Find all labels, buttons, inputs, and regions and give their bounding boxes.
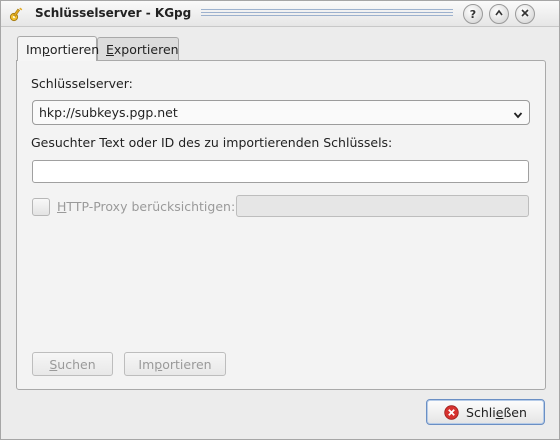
close-icon — [444, 404, 459, 420]
tab-import-label: Importieren — [26, 41, 100, 57]
chevron-down-icon — [513, 108, 523, 119]
shade-button[interactable] — [489, 4, 509, 24]
title-decoration — [201, 9, 453, 18]
http-proxy-label: HTTP-Proxy berücksichtigen: — [57, 199, 236, 214]
window-title: Schlüsselserver - KGpg — [35, 6, 192, 20]
search-button-label: Suchen — [49, 356, 96, 372]
dialog-window: Schlüsselserver - KGpg ? Importieren Exp… — [0, 0, 560, 440]
title-bar[interactable]: Schlüsselserver - KGpg ? — [1, 1, 559, 27]
help-button[interactable]: ? — [463, 4, 483, 24]
http-proxy-checkbox[interactable] — [32, 198, 50, 216]
close-button[interactable]: Schließen — [426, 399, 545, 425]
tab-import[interactable]: Importieren — [17, 36, 100, 61]
help-icon: ? — [469, 7, 477, 21]
keyserver-combobox[interactable]: hkp://subkeys.pgp.net — [32, 100, 530, 125]
chevron-up-icon — [494, 8, 504, 21]
search-button[interactable]: Suchen — [32, 352, 113, 376]
import-button[interactable]: Importieren — [124, 352, 226, 376]
tab-export[interactable]: Exportieren — [97, 37, 179, 61]
keyserver-value: hkp://subkeys.pgp.net — [39, 105, 178, 120]
close-button-label: Schließen — [466, 404, 527, 420]
search-text-label: Gesuchter Text oder ID des zu importiere… — [31, 135, 393, 150]
import-button-label: Importieren — [138, 356, 212, 372]
key-icon — [9, 6, 25, 22]
http-proxy-input[interactable] — [236, 195, 529, 217]
close-x-icon — [520, 8, 530, 21]
tab-export-label: Exportieren — [106, 42, 179, 57]
search-text-input[interactable] — [32, 160, 529, 183]
keyserver-label: Schlüsselserver: — [31, 76, 133, 91]
window-close-button[interactable] — [515, 4, 535, 24]
